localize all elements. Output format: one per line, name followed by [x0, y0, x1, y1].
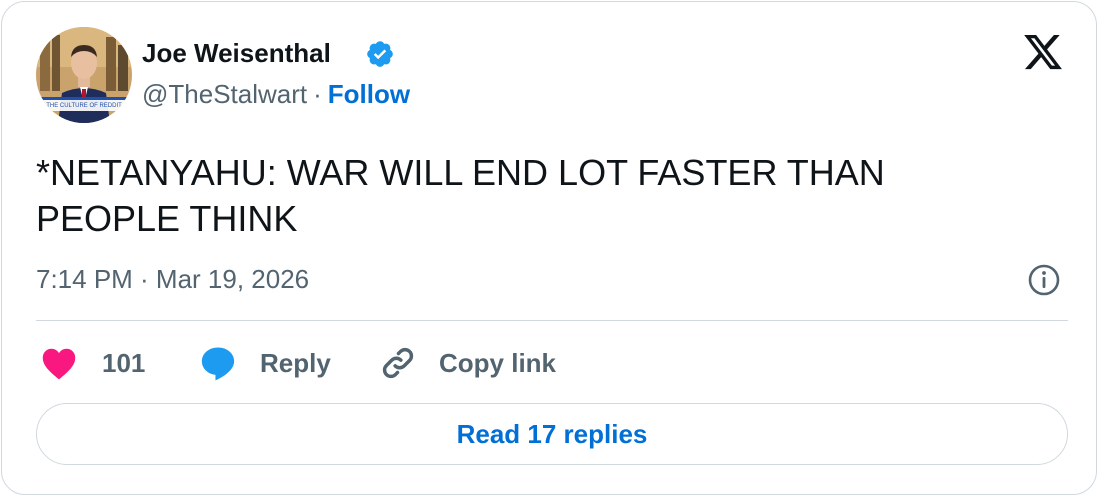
heart-icon [42, 348, 76, 380]
copy-link-label: Copy link [439, 347, 557, 378]
info-icon[interactable] [1026, 262, 1062, 298]
tweet-text: *NETANYAHU: WAR WILL END LOT FASTER THAN… [36, 152, 885, 239]
author-name[interactable]: Joe Weisenthal [142, 36, 331, 70]
tweet-timestamp[interactable]: 7:14 PM · Mar 19, 2026 [36, 262, 309, 296]
author-handle[interactable]: @TheStalwart [142, 79, 307, 109]
avatar-image: THE CULTURE OF REDDIT [36, 27, 132, 123]
x-logo-icon[interactable] [1021, 31, 1065, 73]
copy-link-button[interactable]: Copy link [379, 342, 556, 384]
avatar[interactable]: THE CULTURE OF REDDIT [36, 27, 132, 123]
reply-button[interactable]: Reply [198, 342, 331, 384]
like-count: 101 [102, 347, 146, 378]
separator-dot: · [313, 79, 322, 109]
author-handle-row: @TheStalwart · Follow [142, 77, 410, 111]
link-icon [382, 347, 414, 379]
read-replies-button[interactable]: Read 17 replies [36, 403, 1068, 465]
avatar-caption: THE CULTURE OF REDDIT [46, 103, 122, 109]
like-button[interactable]: 101 [40, 342, 145, 384]
reply-label: Reply [260, 347, 331, 378]
speech-bubble-icon [201, 347, 235, 381]
divider [36, 320, 1068, 321]
follow-button[interactable]: Follow [328, 79, 410, 109]
verified-badge-icon [367, 41, 393, 67]
tweet-embed-card: THE CULTURE OF REDDIT Joe Weisenthal @Th… [1, 1, 1097, 495]
